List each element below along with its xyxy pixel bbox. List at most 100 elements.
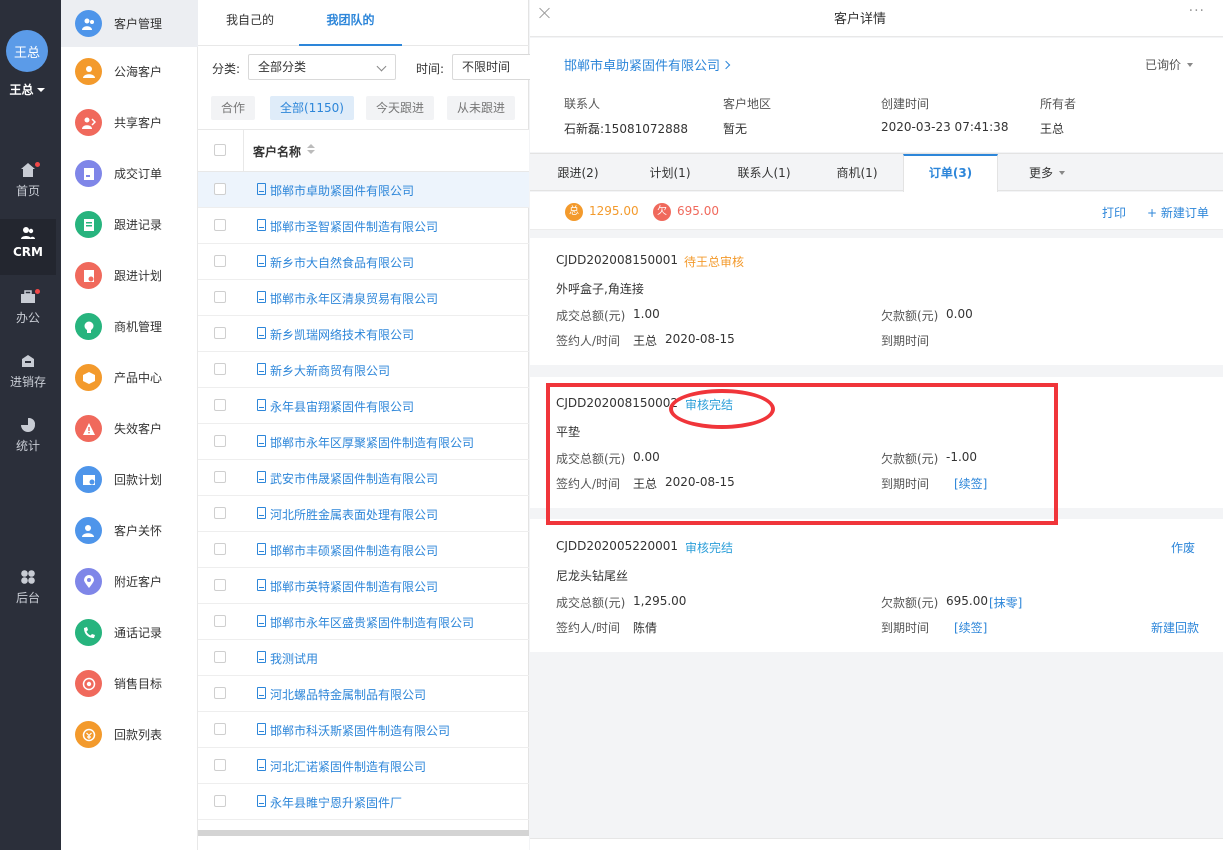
new-order-button[interactable]: + 新建订单 (1147, 204, 1209, 221)
table-row[interactable]: 武安市伟晟紧固件制造有限公司 (198, 460, 529, 496)
table-row[interactable]: 永年县宙翔紧固件有限公司 (198, 388, 529, 424)
chip-all[interactable]: 全部(1150) (270, 96, 354, 120)
table-row[interactable]: 新乡市大自然食品有限公司 (198, 244, 529, 280)
menu-item-customer-care[interactable]: 客户关怀 (61, 507, 198, 554)
menu-item-payment-list[interactable]: 回款列表 (61, 711, 198, 758)
new-payment-button[interactable]: 新建回款 (1151, 619, 1199, 636)
order-card[interactable]: CJDD202005220001 审核完结 作废 尼龙头钻尾丝 成交总额(元) … (530, 519, 1223, 652)
chip-never-followup[interactable]: 从未跟进 (447, 96, 516, 120)
table-row[interactable]: 河北螺品特金属制品有限公司 (198, 676, 529, 712)
row-checkbox[interactable] (214, 795, 226, 807)
print-button[interactable]: 打印 (1102, 204, 1126, 221)
row-checkbox[interactable] (214, 723, 226, 735)
table-row[interactable]: 新乡大新商贸有限公司 (198, 352, 529, 388)
row-checkbox[interactable] (214, 363, 226, 375)
table-row[interactable]: 邯郸市丰硕紧固件制造有限公司 (198, 532, 529, 568)
row-checkbox[interactable] (214, 471, 226, 483)
customer-name-link[interactable]: 河北所胜金属表面处理有限公司 (270, 506, 438, 523)
customer-name-link[interactable]: 邯郸市圣智紧固件制造有限公司 (270, 218, 438, 235)
row-checkbox[interactable] (214, 219, 226, 231)
menu-item-opportunity[interactable]: 商机管理 (61, 303, 198, 350)
tab-my-team[interactable]: 我团队的 (299, 0, 402, 46)
customer-name-link[interactable]: 我测试用 (270, 650, 318, 667)
user-menu[interactable]: 王总 (0, 81, 54, 98)
row-checkbox[interactable] (214, 399, 226, 411)
nav-item-home[interactable]: 首页 (0, 156, 56, 212)
customer-name-link[interactable]: 永年县睢宁恩升紧固件厂 (270, 794, 402, 811)
table-row[interactable]: 邯郸市圣智紧固件制造有限公司 (198, 208, 529, 244)
customer-name-link[interactable]: 邯郸市丰硕紧固件制造有限公司 (270, 542, 438, 559)
row-checkbox[interactable] (214, 687, 226, 699)
row-checkbox[interactable] (214, 615, 226, 627)
nav-item-inventory[interactable]: 进销存 (0, 347, 56, 403)
customer-name-link[interactable]: 永年县宙翔紧固件有限公司 (270, 398, 414, 415)
customer-name-link[interactable]: 河北螺品特金属制品有限公司 (270, 686, 426, 703)
row-checkbox[interactable] (214, 435, 226, 447)
customer-name-link[interactable]: 武安市伟晟紧固件制造有限公司 (270, 470, 438, 487)
menu-item-order[interactable]: 成交订单 (61, 150, 198, 197)
avatar[interactable]: 王总 (6, 30, 48, 72)
menu-item-invalid-customer[interactable]: 失效客户 (61, 405, 198, 452)
customer-name-link[interactable]: 邯郸市科沃斯紧固件制造有限公司 (270, 722, 450, 739)
customer-name-link[interactable]: 新乡大新商贸有限公司 (270, 362, 390, 379)
nav-item-office[interactable]: 办公 (0, 283, 56, 339)
menu-item-followup-record[interactable]: 跟进记录 (61, 201, 198, 248)
menu-item-public-customer[interactable]: 公海客户 (61, 48, 198, 95)
menu-item-nearby-customer[interactable]: 附近客户 (61, 558, 198, 605)
order-card[interactable]: CJDD202008150001 待王总审核 外呼盒子,角连接 成交总额(元) … (530, 238, 1223, 365)
customer-name-link[interactable]: 邯郸市卓助紧固件有限公司 (270, 182, 414, 199)
category-select[interactable]: 全部分类 (248, 54, 396, 80)
select-all-checkbox[interactable] (214, 144, 226, 156)
customer-name-link[interactable]: 邯郸市永年区清泉贸易有限公司 (270, 290, 438, 307)
menu-item-shared-customer[interactable]: 共享客户 (61, 99, 198, 146)
row-checkbox[interactable] (214, 291, 226, 303)
menu-item-sales-target[interactable]: 销售目标 (61, 660, 198, 707)
time-select[interactable]: 不限时间 (452, 54, 532, 80)
customer-status-dropdown[interactable]: 已询价 (1145, 56, 1193, 73)
customer-name-link[interactable]: 邯郸市永年区厚聚紧固件制造有限公司 (270, 434, 474, 451)
void-button[interactable]: 作废 (1171, 539, 1195, 556)
customer-name-link[interactable]: 新乡凯瑞网络技术有限公司 (270, 326, 414, 343)
tab-followups[interactable]: 跟进(2) (557, 154, 599, 191)
writeoff-link[interactable]: [抹零] (989, 594, 1022, 611)
row-checkbox[interactable] (214, 579, 226, 591)
row-checkbox[interactable] (214, 327, 226, 339)
tab-contacts[interactable]: 联系人(1) (737, 154, 791, 191)
menu-item-followup-plan[interactable]: 跟进计划 (61, 252, 198, 299)
chip-today-followup[interactable]: 今天跟进 (366, 96, 435, 120)
tab-plans[interactable]: 计划(1) (649, 154, 691, 191)
tab-orders[interactable]: 订单(3) (903, 154, 998, 192)
menu-item-payment-plan[interactable]: 回款计划 (61, 456, 198, 503)
chip-cooperation[interactable]: 合作 (211, 96, 256, 120)
nav-item-statistics[interactable]: 统计 (0, 411, 56, 467)
company-name-link[interactable]: 邯郸市卓助紧固件有限公司 (564, 55, 731, 74)
table-row[interactable]: 邯郸市永年区厚聚紧固件制造有限公司 (198, 424, 529, 460)
nav-item-admin[interactable]: 后台 (0, 563, 56, 619)
tab-opportunities[interactable]: 商机(1) (836, 154, 878, 191)
customer-name-link[interactable]: 邯郸市英特紧固件制造有限公司 (270, 578, 438, 595)
customer-name-link[interactable]: 河北汇诺紧固件制造有限公司 (270, 758, 426, 775)
table-row[interactable]: 我测试用 (198, 640, 529, 676)
tab-mine[interactable]: 我自己的 (224, 0, 276, 46)
menu-item-customer-manage[interactable]: 客户管理 (61, 0, 198, 47)
table-row[interactable]: 邯郸市卓助紧固件有限公司 (198, 172, 529, 208)
table-row[interactable]: 河北汇诺紧固件制造有限公司 (198, 748, 529, 784)
nav-item-crm[interactable]: CRM (0, 219, 56, 275)
table-row[interactable]: 邯郸市英特紧固件制造有限公司 (198, 568, 529, 604)
customer-name-link[interactable]: 新乡市大自然食品有限公司 (270, 254, 414, 271)
renew-link[interactable]: [续签] (954, 619, 987, 636)
more-options-icon[interactable]: ··· (1189, 3, 1205, 19)
row-checkbox[interactable] (214, 255, 226, 267)
column-header-customer-name[interactable]: 客户名称 (253, 143, 301, 160)
tab-more[interactable]: 更多 (1025, 154, 1069, 191)
menu-item-call-record[interactable]: 通话记录 (61, 609, 198, 656)
table-row[interactable]: 邯郸市永年区清泉贸易有限公司 (198, 280, 529, 316)
table-row[interactable]: 新乡凯瑞网络技术有限公司 (198, 316, 529, 352)
customer-name-link[interactable]: 邯郸市永年区盛贵紧固件制造有限公司 (270, 614, 474, 631)
table-row[interactable]: 永年县睢宁恩升紧固件厂 (198, 784, 529, 820)
table-row[interactable]: 河北所胜金属表面处理有限公司 (198, 496, 529, 532)
table-row[interactable]: 邯郸市科沃斯紧固件制造有限公司 (198, 712, 529, 748)
row-checkbox[interactable] (214, 507, 226, 519)
row-checkbox[interactable] (214, 183, 226, 195)
row-checkbox[interactable] (214, 651, 226, 663)
